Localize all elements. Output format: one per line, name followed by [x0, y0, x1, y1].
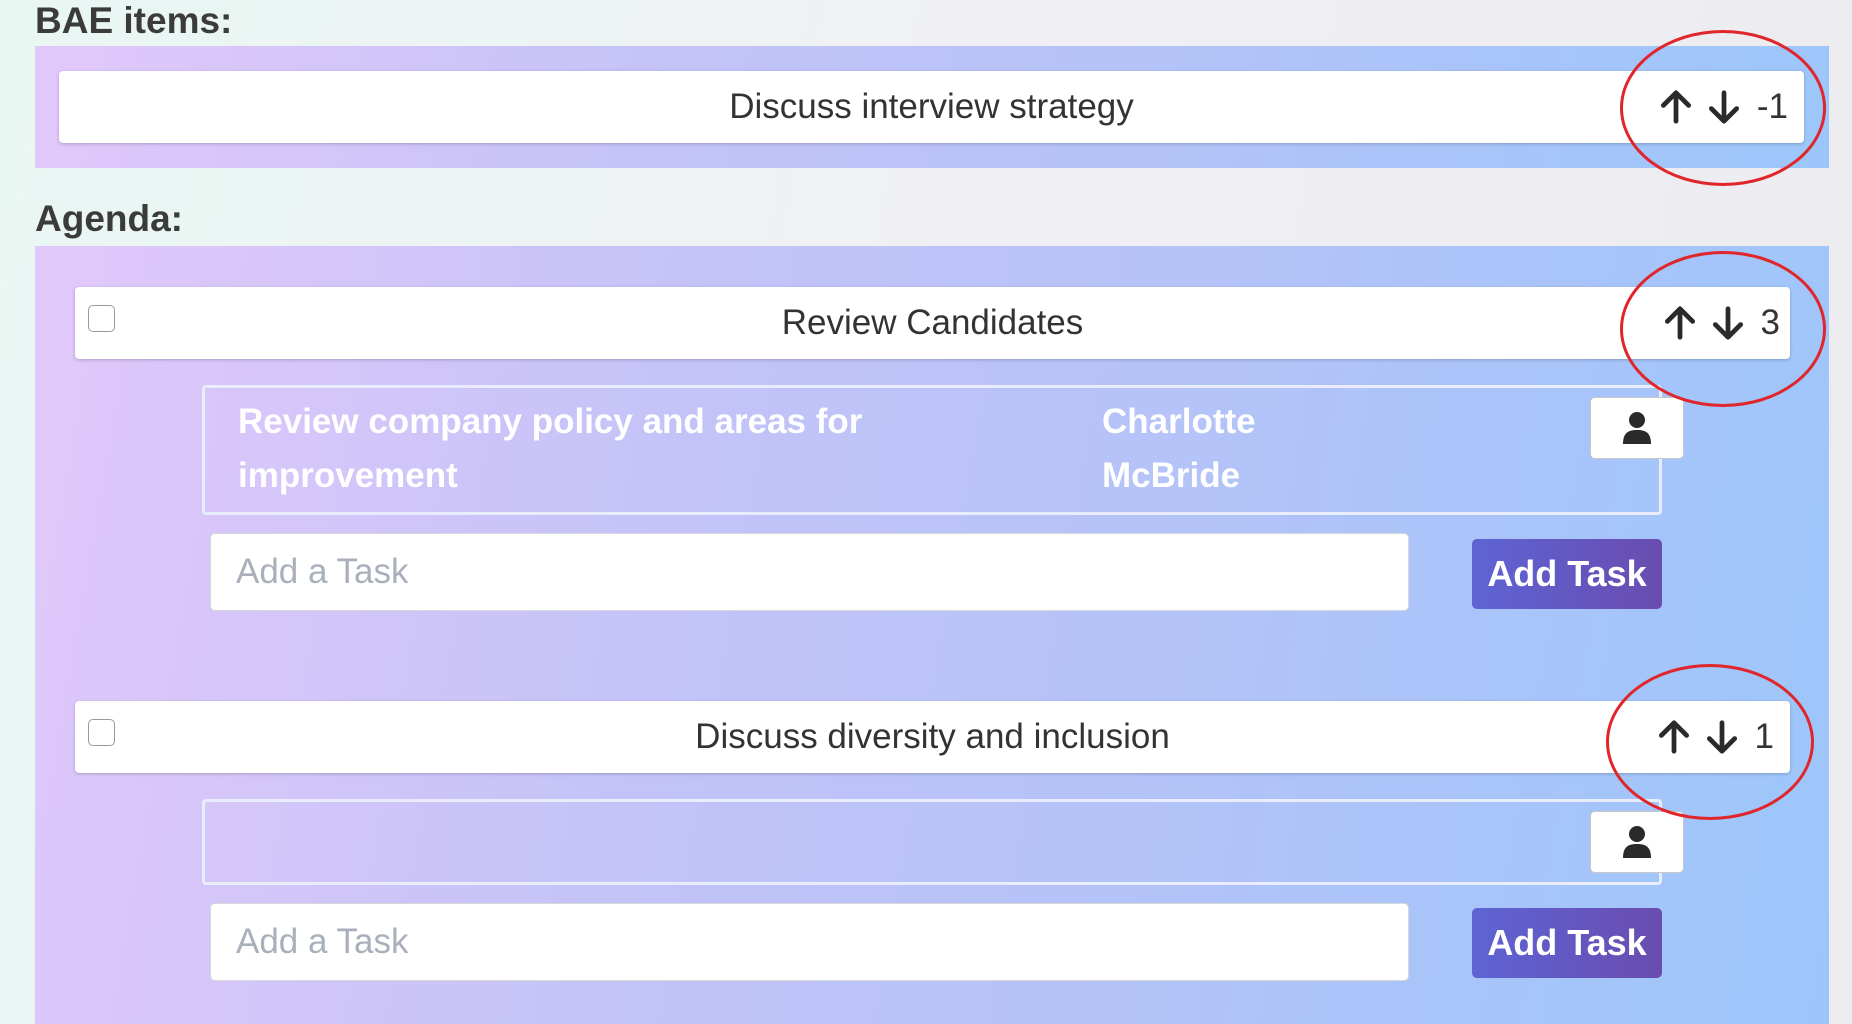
add-task-button[interactable]: Add Task [1472, 908, 1662, 978]
vote-score: -1 [1756, 87, 1788, 126]
agenda-item-checkbox[interactable] [88, 719, 115, 746]
task-description: Review company policy and areas for impr… [238, 402, 863, 495]
bae-item: Discuss interview strategy -1 [59, 71, 1804, 143]
arrow-up-icon[interactable] [1661, 304, 1699, 342]
add-task-button[interactable]: Add Task [1472, 539, 1662, 609]
task-assignee: Charlotte McBride [1102, 402, 1256, 495]
vote-score: 3 [1760, 303, 1780, 342]
vote-controls: -1 [1657, 71, 1788, 143]
agenda-heading: Agenda: [35, 198, 183, 239]
vote-controls: 3 [1661, 287, 1780, 359]
agenda-item-title: Discuss diversity and inclusion [695, 717, 1170, 756]
vote-controls: 1 [1655, 701, 1774, 773]
vote-score: 1 [1754, 717, 1774, 756]
agenda-item-title: Review Candidates [781, 303, 1084, 342]
assign-user-button[interactable] [1590, 811, 1684, 873]
arrow-down-icon[interactable] [1705, 88, 1743, 126]
agenda-item: Discuss diversity and inclusion 1 [75, 701, 1790, 773]
arrow-down-icon[interactable] [1709, 304, 1747, 342]
bae-items-heading: BAE items: [35, 0, 233, 41]
add-task-input[interactable] [210, 533, 1409, 611]
add-task-input[interactable] [210, 903, 1409, 981]
arrow-up-icon[interactable] [1657, 88, 1695, 126]
arrow-down-icon[interactable] [1703, 718, 1741, 756]
agenda-item: Review Candidates 3 [75, 287, 1790, 359]
bae-item-title: Discuss interview strategy [729, 87, 1134, 126]
user-icon [1623, 412, 1651, 444]
assign-user-button[interactable] [1590, 397, 1684, 459]
bae-items-panel: Discuss interview strategy -1 [35, 46, 1829, 168]
arrow-up-icon[interactable] [1655, 718, 1693, 756]
user-icon [1623, 826, 1651, 858]
agenda-item-checkbox[interactable] [88, 305, 115, 332]
task-row: Review company policy and areas for impr… [202, 385, 1684, 515]
agenda-panel: Review Candidates 3 Review company polic… [35, 246, 1829, 1024]
task-row [202, 799, 1684, 885]
